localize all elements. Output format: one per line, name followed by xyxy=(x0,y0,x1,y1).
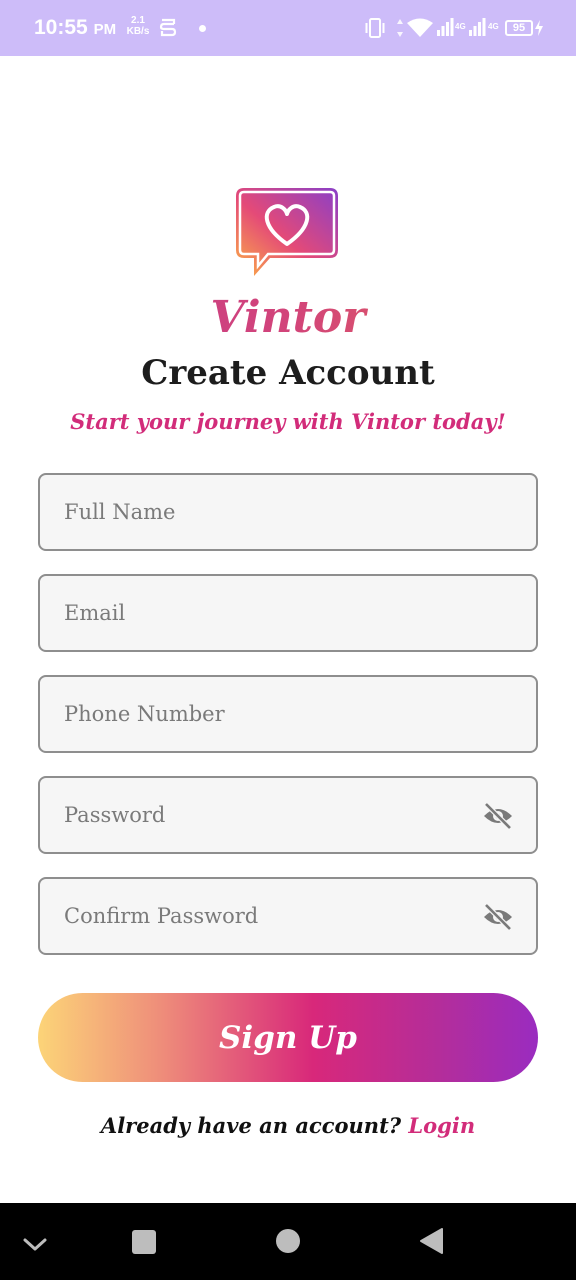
login-prompt-line: Already have an account? Login xyxy=(0,1110,576,1142)
network-type-2: 4G xyxy=(488,22,499,31)
email-field-container xyxy=(38,574,538,652)
network-type-1: 4G xyxy=(455,22,466,31)
sign-up-button[interactable]: Sign Up xyxy=(38,993,538,1082)
system-nav-bar xyxy=(0,1203,576,1280)
signal-icon xyxy=(437,18,454,36)
phone-input[interactable] xyxy=(64,677,464,751)
status-bar: 10:55 PM 2.1 KB/s 4G 4G 95 xyxy=(0,0,576,56)
recents-square-icon[interactable] xyxy=(104,1203,184,1280)
battery-icon: 95 xyxy=(505,20,533,36)
status-time-ampm: PM xyxy=(93,21,117,38)
chevron-down-icon[interactable] xyxy=(0,1203,80,1280)
notification-dot-icon xyxy=(199,25,206,32)
back-triangle-icon[interactable] xyxy=(392,1203,472,1280)
signal-icon xyxy=(469,18,486,36)
phone-field-container xyxy=(38,675,538,753)
password-field-container xyxy=(38,776,538,854)
page-title: Create Account xyxy=(141,353,435,393)
wifi-icon xyxy=(407,18,433,37)
status-time-value: 10:55 xyxy=(34,16,88,39)
charging-icon xyxy=(535,20,543,36)
network-speed-unit: KB/s xyxy=(126,26,150,37)
password-input[interactable] xyxy=(64,778,464,852)
confirm-password-input[interactable] xyxy=(64,879,464,953)
full-name-field-container xyxy=(38,473,538,551)
heart-chat-bubble-icon xyxy=(236,188,338,276)
network-speed: 2.1 KB/s xyxy=(125,15,151,37)
page-subtitle: Start your journey with Vintor today! xyxy=(70,409,506,434)
brand-name: Vintor xyxy=(0,288,576,348)
battery-level: 95 xyxy=(512,22,526,34)
confirm-password-field-container xyxy=(38,877,538,955)
full-name-input[interactable] xyxy=(64,475,464,549)
eye-off-icon[interactable] xyxy=(482,903,514,931)
eye-off-icon[interactable] xyxy=(482,802,514,830)
network-speed-value: 2.1 xyxy=(131,15,145,26)
vibrate-icon xyxy=(365,18,385,38)
login-prompt-text: Already have an account? xyxy=(100,1113,402,1138)
home-circle-icon[interactable] xyxy=(248,1203,328,1280)
email-input[interactable] xyxy=(64,576,464,650)
s-app-icon xyxy=(159,18,177,37)
login-link[interactable]: Login xyxy=(408,1113,475,1138)
data-transfer-icon xyxy=(397,19,403,37)
status-time: 10:55 PM xyxy=(34,16,116,40)
